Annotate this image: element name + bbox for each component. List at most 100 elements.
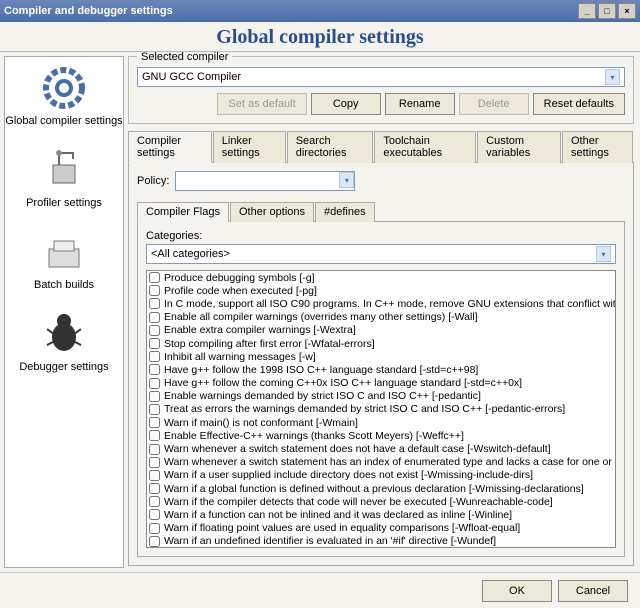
flag-checkbox[interactable] — [149, 509, 160, 520]
flag-label: Enable Effective-C++ warnings (thanks Sc… — [164, 430, 464, 442]
flag-checkbox[interactable] — [149, 483, 160, 494]
flag-checkbox[interactable] — [149, 338, 160, 349]
chevron-down-icon: ▾ — [339, 172, 354, 188]
flag-checkbox[interactable] — [149, 444, 160, 455]
tab-custom-variables[interactable]: Custom variables — [477, 131, 561, 163]
flag-row[interactable]: Warn if floating point values are used i… — [147, 522, 615, 535]
tab-toolchain[interactable]: Toolchain executables — [374, 131, 476, 163]
flag-label: Enable extra compiler warnings [-Wextra] — [164, 324, 356, 336]
tab-compiler-settings[interactable]: Compiler settings — [128, 131, 212, 163]
sidebar-item-compiler[interactable]: Global compiler settings — [5, 63, 122, 127]
flag-row[interactable]: Warn if an undefined identifier is evalu… — [147, 535, 615, 548]
dialog-footer: OK Cancel — [0, 572, 640, 608]
flag-checkbox[interactable] — [149, 404, 160, 415]
batch-icon — [39, 227, 89, 277]
flag-checkbox[interactable] — [149, 285, 160, 296]
flag-label: Inhibit all warning messages [-w] — [164, 351, 316, 363]
flag-row[interactable]: Enable Effective-C++ warnings (thanks Sc… — [147, 429, 615, 442]
policy-label: Policy: — [137, 175, 169, 187]
compiler-select[interactable]: GNU GCC Compiler ▾ — [137, 67, 625, 87]
subtab-compiler-flags[interactable]: Compiler Flags — [137, 202, 229, 222]
sidebar-item-debugger[interactable]: Debugger settings — [19, 309, 108, 373]
chevron-down-icon: ▾ — [596, 246, 611, 262]
fieldset-legend: Selected compiler — [137, 52, 232, 63]
categories-label: Categories: — [146, 230, 616, 242]
flag-checkbox[interactable] — [149, 536, 160, 547]
rename-button[interactable]: Rename — [385, 93, 455, 115]
tab-search-directories[interactable]: Search directories — [287, 131, 374, 163]
flag-checkbox[interactable] — [149, 364, 160, 375]
sidebar-item-profiler[interactable]: Profiler settings — [26, 145, 102, 209]
reset-defaults-button[interactable]: Reset defaults — [533, 93, 625, 115]
flag-checkbox[interactable] — [149, 351, 160, 362]
flag-label: Warn if a user supplied include director… — [164, 469, 533, 481]
flag-row[interactable]: Warn whenever a switch statement does no… — [147, 442, 615, 455]
flag-row[interactable]: Enable warnings demanded by strict ISO C… — [147, 390, 615, 403]
flag-checkbox[interactable] — [149, 325, 160, 336]
compiler-value: GNU GCC Compiler — [142, 71, 241, 83]
flag-checkbox[interactable] — [149, 272, 160, 283]
flag-label: Enable warnings demanded by strict ISO C… — [164, 390, 481, 402]
flag-checkbox[interactable] — [149, 298, 160, 309]
profiler-icon — [39, 145, 89, 195]
selected-compiler-fieldset: Selected compiler GNU GCC Compiler ▾ Set… — [128, 56, 634, 124]
flag-checkbox[interactable] — [149, 523, 160, 534]
flag-label: Enable all compiler warnings (overrides … — [164, 311, 478, 323]
flag-row[interactable]: Inhibit all warning messages [-w] — [147, 350, 615, 363]
flag-row[interactable]: Warn if a user supplied include director… — [147, 469, 615, 482]
flag-row[interactable]: Have g++ follow the coming C++0x ISO C++… — [147, 377, 615, 390]
flag-checkbox[interactable] — [149, 378, 160, 389]
subtab-other-options[interactable]: Other options — [230, 202, 314, 222]
titlebar: Compiler and debugger settings _ □ × — [0, 0, 640, 22]
delete-button: Delete — [459, 93, 529, 115]
set-default-button: Set as default — [217, 93, 306, 115]
sidebar-item-label: Global compiler settings — [5, 115, 122, 127]
sidebar-item-label: Debugger settings — [19, 361, 108, 373]
tab-linker-settings[interactable]: Linker settings — [213, 131, 286, 163]
categories-value: <All categories> — [151, 248, 230, 260]
flag-row[interactable]: In C mode, support all ISO C90 programs.… — [147, 297, 615, 310]
minimize-button[interactable]: _ — [578, 3, 596, 19]
page-title: Global compiler settings — [0, 22, 640, 52]
flag-checkbox[interactable] — [149, 496, 160, 507]
flag-row[interactable]: Warn whenever a switch statement has an … — [147, 456, 615, 469]
sidebar-item-label: Batch builds — [34, 279, 94, 291]
cancel-button[interactable]: Cancel — [558, 580, 628, 602]
flag-checkbox[interactable] — [149, 312, 160, 323]
categories-select[interactable]: <All categories> ▾ — [146, 244, 616, 264]
flag-label: Warn whenever a switch statement has an … — [164, 456, 615, 468]
flag-row[interactable]: Have g++ follow the 1998 ISO C++ languag… — [147, 363, 615, 376]
flag-row[interactable]: Enable extra compiler warnings [-Wextra] — [147, 324, 615, 337]
flag-label: Profile code when executed [-pg] — [164, 285, 317, 297]
subtab-defines[interactable]: #defines — [315, 202, 375, 222]
flag-row[interactable]: Stop compiling after first error [-Wfata… — [147, 337, 615, 350]
flag-checkbox[interactable] — [149, 457, 160, 468]
flag-row[interactable]: Produce debugging symbols [-g] — [147, 271, 615, 284]
sidebar: Global compiler settings Profiler settin… — [4, 56, 124, 568]
flag-checkbox[interactable] — [149, 391, 160, 402]
bug-icon — [39, 309, 89, 359]
flag-label: Warn if the compiler detects that code w… — [164, 496, 553, 508]
gear-icon — [39, 63, 89, 113]
tab-other-settings[interactable]: Other settings — [562, 131, 633, 163]
flag-checkbox[interactable] — [149, 417, 160, 428]
maximize-button[interactable]: □ — [598, 3, 616, 19]
flag-label: Have g++ follow the 1998 ISO C++ languag… — [164, 364, 478, 376]
compiler-flags-list[interactable]: Produce debugging symbols [-g]Profile co… — [146, 270, 616, 548]
flag-row[interactable]: Warn if the compiler detects that code w… — [147, 495, 615, 508]
flag-checkbox[interactable] — [149, 430, 160, 441]
flag-row[interactable]: Warn if a global function is defined wit… — [147, 482, 615, 495]
flag-label: Treat as errors the warnings demanded by… — [164, 403, 565, 415]
flag-row[interactable]: Enable all compiler warnings (overrides … — [147, 311, 615, 324]
ok-button[interactable]: OK — [482, 580, 552, 602]
flag-row[interactable]: Profile code when executed [-pg] — [147, 284, 615, 297]
flag-row[interactable]: Treat as errors the warnings demanded by… — [147, 403, 615, 416]
flag-checkbox[interactable] — [149, 470, 160, 481]
sidebar-item-batch[interactable]: Batch builds — [34, 227, 94, 291]
copy-button[interactable]: Copy — [311, 93, 381, 115]
close-button[interactable]: × — [618, 3, 636, 19]
flag-row[interactable]: Warn if main() is not conformant [-Wmain… — [147, 416, 615, 429]
flag-row[interactable]: Warn if a function can not be inlined an… — [147, 508, 615, 521]
flag-label: In C mode, support all ISO C90 programs.… — [164, 298, 615, 310]
policy-select[interactable]: ▾ — [175, 171, 355, 191]
